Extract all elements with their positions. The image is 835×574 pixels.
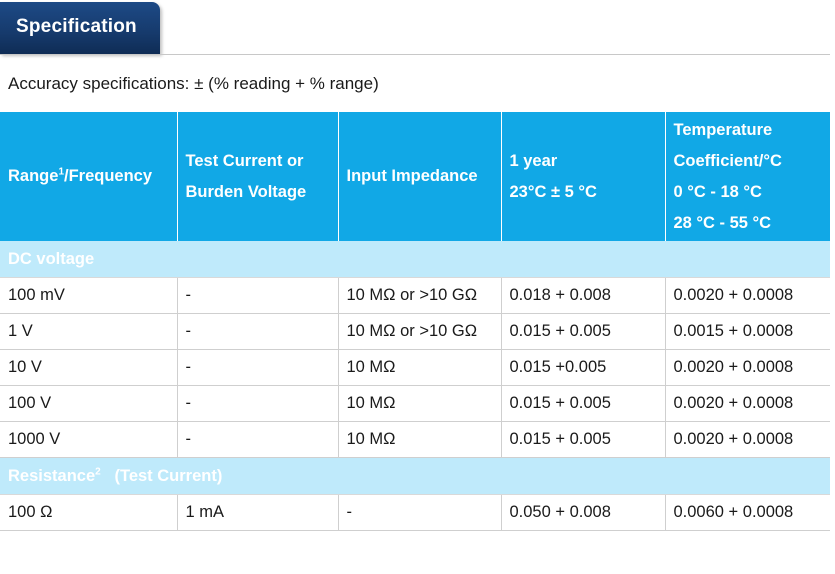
header-temp-line4: 28 °C - 55 °C bbox=[673, 213, 772, 232]
section-row-resistance: Resistance2 (Test Current) bbox=[0, 457, 830, 495]
header-row: Range1/Frequency Test Current or Burden … bbox=[0, 112, 830, 241]
cell-range: 1000 V bbox=[0, 421, 178, 458]
cell-temp-coefficient: 0.0060 + 0.0008 bbox=[665, 494, 830, 531]
cell-temp-coefficient: 0.0015 + 0.0008 bbox=[665, 313, 830, 350]
section-title-footnote: 2 bbox=[95, 466, 101, 477]
table-body: DC voltage 100 mV - 10 MΩ or >10 GΩ 0.01… bbox=[0, 241, 830, 531]
section-title-text: DC voltage bbox=[8, 249, 95, 268]
cell-temp-coefficient: 0.0020 + 0.0008 bbox=[665, 385, 830, 422]
cell-input-impedance: 10 MΩ bbox=[338, 421, 502, 458]
header-temp-line3: 0 °C - 18 °C bbox=[673, 182, 762, 201]
cell-range: 100 Ω bbox=[0, 494, 178, 531]
cell-one-year: 0.015 + 0.005 bbox=[501, 385, 666, 422]
cell-test-current: - bbox=[177, 277, 339, 314]
section-title-dc-voltage: DC voltage bbox=[0, 241, 830, 278]
cell-input-impedance: 10 MΩ bbox=[338, 349, 502, 386]
cell-range: 100 mV bbox=[0, 277, 178, 314]
header-temp-line2: Coefficient/°C bbox=[673, 151, 782, 170]
header-test-current: Test Current or Burden Voltage bbox=[177, 112, 339, 241]
section-title-resistance: Resistance2 (Test Current) bbox=[0, 457, 830, 495]
table-row: 10 V - 10 MΩ 0.015 +0.005 0.0020 + 0.000… bbox=[0, 349, 830, 386]
specification-table: Range1/Frequency Test Current or Burden … bbox=[0, 112, 830, 531]
cell-test-current: - bbox=[177, 349, 339, 386]
specification-tab-label: Specification bbox=[16, 16, 137, 37]
table-row: 100 V - 10 MΩ 0.015 + 0.005 0.0020 + 0.0… bbox=[0, 385, 830, 422]
tab-divider bbox=[0, 54, 830, 55]
header-test-current-line1: Test Current or bbox=[185, 151, 304, 170]
cell-one-year: 0.015 + 0.005 bbox=[501, 313, 666, 350]
section-title-suffix: (Test Current) bbox=[114, 466, 223, 485]
header-range-prefix: Range bbox=[8, 167, 59, 185]
cell-input-impedance: 10 MΩ bbox=[338, 385, 502, 422]
specification-tab[interactable]: Specification bbox=[0, 2, 160, 54]
cell-one-year: 0.015 + 0.005 bbox=[501, 421, 666, 458]
cell-temp-coefficient: 0.0020 + 0.0008 bbox=[665, 277, 830, 314]
table-row: 100 mV - 10 MΩ or >10 GΩ 0.018 + 0.008 0… bbox=[0, 277, 830, 314]
cell-input-impedance: - bbox=[338, 494, 502, 531]
cell-one-year: 0.018 + 0.008 bbox=[501, 277, 666, 314]
table-row: 100 Ω 1 mA - 0.050 + 0.008 0.0060 + 0.00… bbox=[0, 494, 830, 531]
header-temperature-coefficient: Temperature Coefficient/°C 0 °C - 18 °C … bbox=[665, 112, 830, 241]
cell-temp-coefficient: 0.0020 + 0.0008 bbox=[665, 349, 830, 386]
cell-test-current: - bbox=[177, 421, 339, 458]
header-input-impedance: Input Impedance bbox=[338, 112, 502, 241]
cell-one-year: 0.015 +0.005 bbox=[501, 349, 666, 386]
cell-test-current: 1 mA bbox=[177, 494, 339, 531]
header-range-frequency: Range1/Frequency bbox=[0, 112, 178, 241]
header-test-current-line2: Burden Voltage bbox=[185, 182, 307, 201]
header-one-year-line2: 23°C ± 5 °C bbox=[509, 182, 597, 201]
header-range-suffix: /Frequency bbox=[64, 167, 153, 185]
cell-test-current: - bbox=[177, 385, 339, 422]
header-temp-line1: Temperature bbox=[673, 120, 773, 139]
header-one-year: 1 year 23°C ± 5 °C bbox=[501, 112, 666, 241]
table-row: 1000 V - 10 MΩ 0.015 + 0.005 0.0020 + 0.… bbox=[0, 421, 830, 458]
cell-test-current: - bbox=[177, 313, 339, 350]
table-header: Range1/Frequency Test Current or Burden … bbox=[0, 112, 830, 241]
section-row-dc-voltage: DC voltage bbox=[0, 241, 830, 278]
section-title-text: Resistance bbox=[8, 466, 96, 485]
header-one-year-line1: 1 year bbox=[509, 151, 558, 170]
table-row: 1 V - 10 MΩ or >10 GΩ 0.015 + 0.005 0.00… bbox=[0, 313, 830, 350]
cell-range: 1 V bbox=[0, 313, 178, 350]
cell-one-year: 0.050 + 0.008 bbox=[501, 494, 666, 531]
cell-input-impedance: 10 MΩ or >10 GΩ bbox=[338, 277, 502, 314]
cell-range: 10 V bbox=[0, 349, 178, 386]
cell-input-impedance: 10 MΩ or >10 GΩ bbox=[338, 313, 502, 350]
cell-range: 100 V bbox=[0, 385, 178, 422]
accuracy-intro-text: Accuracy specifications: ± (% reading + … bbox=[8, 74, 379, 93]
cell-temp-coefficient: 0.0020 + 0.0008 bbox=[665, 421, 830, 458]
